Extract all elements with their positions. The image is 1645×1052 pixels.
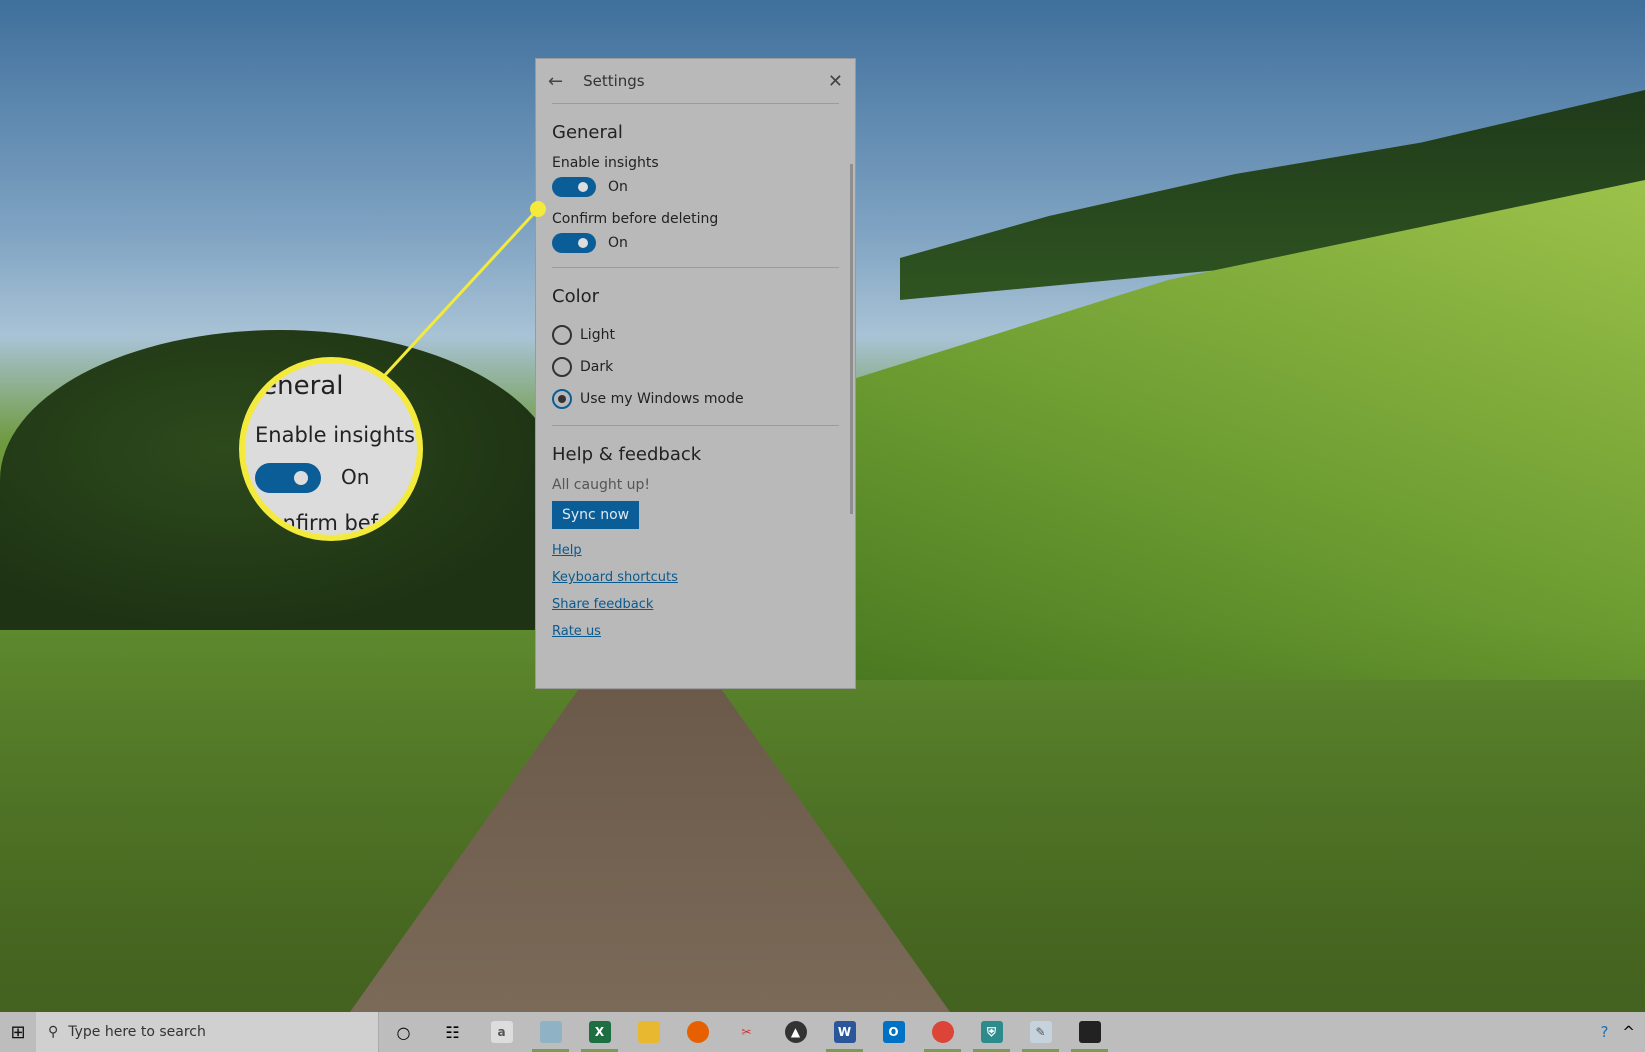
callout-dot (530, 201, 546, 217)
search-placeholder: Type here to search (68, 1024, 206, 1040)
chevron-up-icon[interactable]: ^ (1622, 1023, 1635, 1041)
magnified-heading: General (241, 371, 344, 401)
outlook-icon[interactable]: O (869, 1012, 918, 1052)
snipping-icon[interactable]: ✂ (722, 1012, 771, 1052)
paint-icon[interactable]: ✎ (1016, 1012, 1065, 1052)
sticky-icon[interactable] (1065, 1012, 1114, 1052)
windows-start-icon[interactable]: ⊞ (0, 1022, 36, 1043)
app-icon[interactable]: a (477, 1012, 526, 1052)
taskbar-search[interactable]: ⚲ Type here to search (36, 1012, 379, 1052)
file-explorer-icon[interactable] (624, 1012, 673, 1052)
excel-icon[interactable]: X (575, 1012, 624, 1052)
photos-icon[interactable]: ▲ (771, 1012, 820, 1052)
defender-icon[interactable]: ⛨ (967, 1012, 1016, 1052)
taskbar: ⊞ ⚲ Type here to search ○ ☷ a X ✂ ▲ W O ⛨… (0, 1012, 1645, 1052)
chrome-icon[interactable] (918, 1012, 967, 1052)
notepad-icon[interactable] (526, 1012, 575, 1052)
task-view-icon[interactable]: ☷ (428, 1012, 477, 1052)
magnified-label: Enable insights (255, 423, 415, 447)
magnifier-callout: General Enable insights On Confirm befor… (239, 357, 423, 541)
magnified-state: On (341, 465, 370, 489)
word-icon[interactable]: W (820, 1012, 869, 1052)
system-tray: ? ^ (1600, 1023, 1645, 1041)
help-tray-icon[interactable]: ? (1600, 1023, 1608, 1041)
search-icon: ⚲ (48, 1024, 59, 1040)
magnified-next-label: Confirm before deleting (255, 511, 417, 535)
cortana-icon[interactable]: ○ (379, 1012, 428, 1052)
callout-line (383, 201, 546, 377)
magnified-toggle (255, 463, 321, 493)
callout-connector (383, 207, 540, 377)
firefox-icon[interactable] (673, 1012, 722, 1052)
